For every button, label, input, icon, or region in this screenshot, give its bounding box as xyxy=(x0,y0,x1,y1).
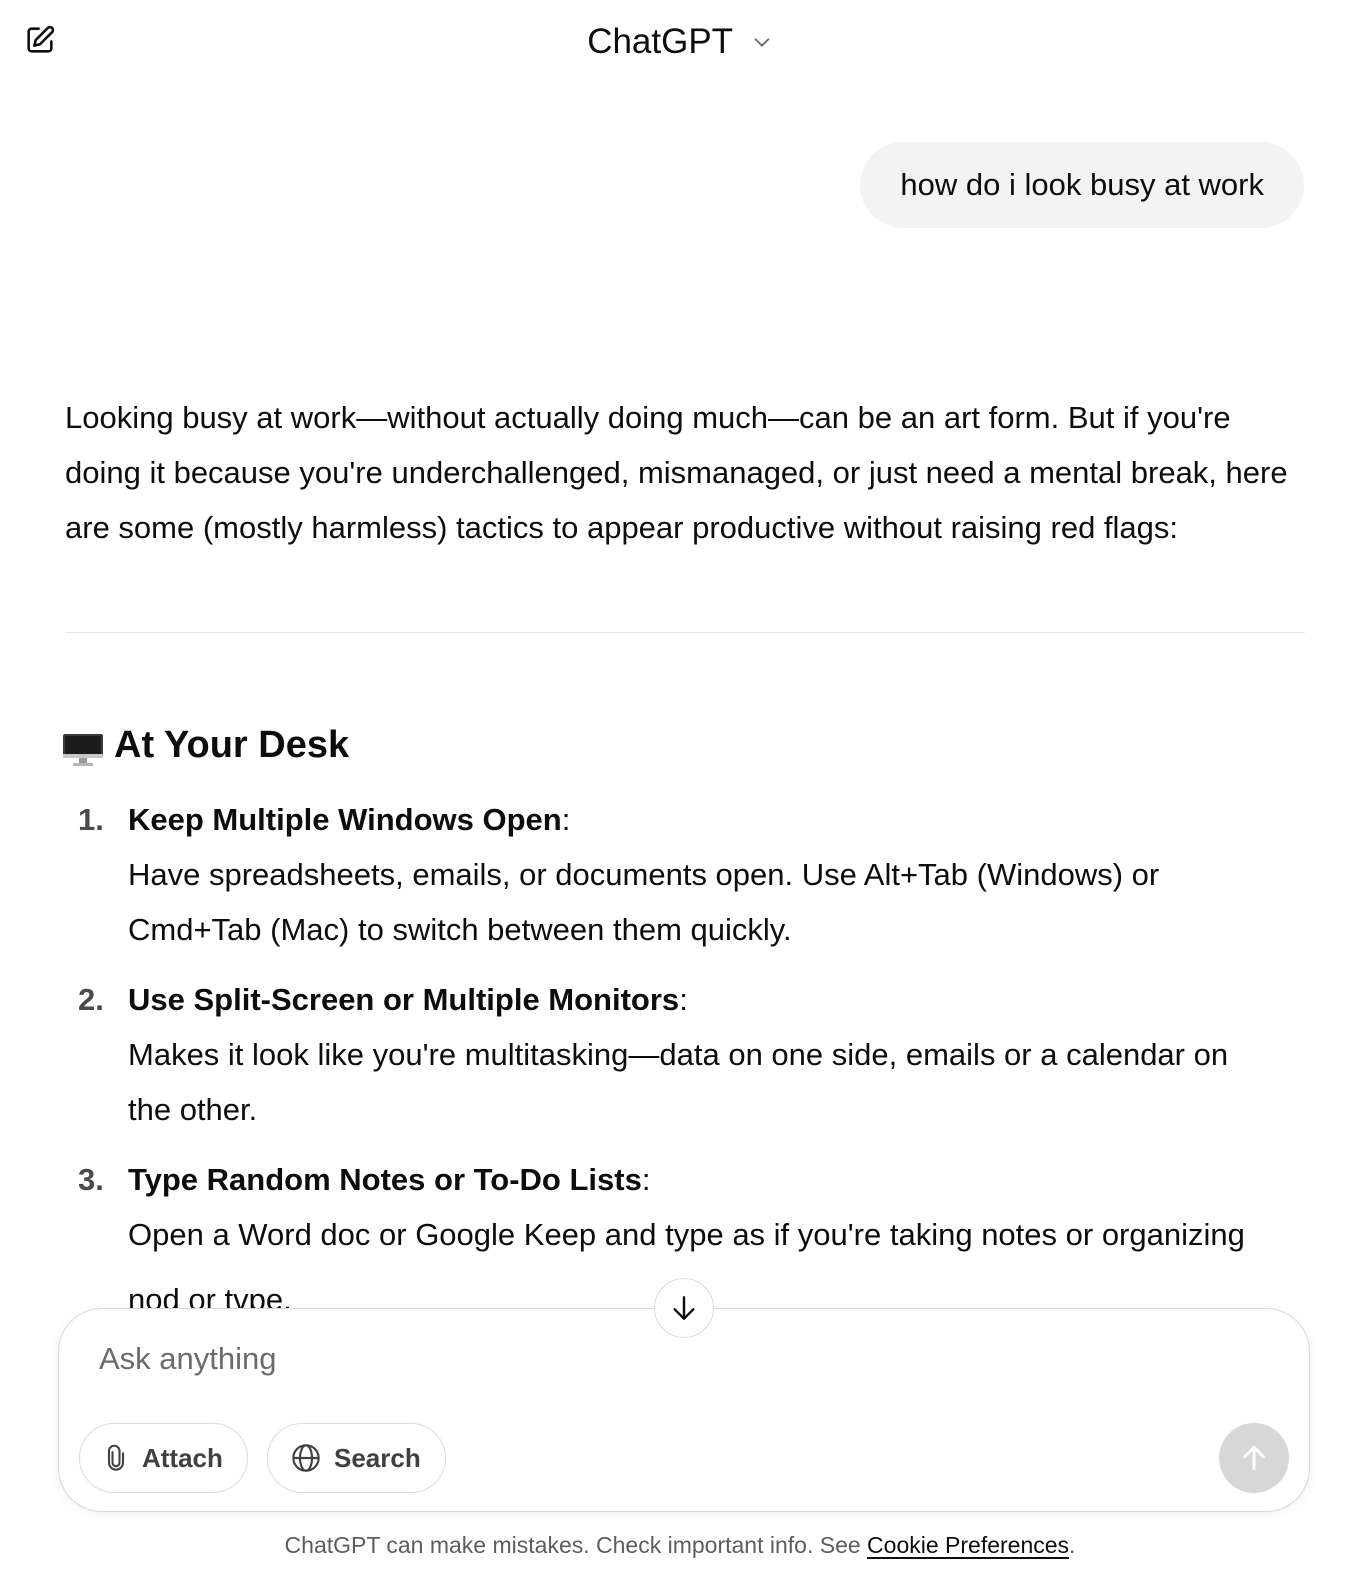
list-item: 2. Use Split-Screen or Multiple Monitors… xyxy=(0,972,1300,1137)
list-item: 3. Type Random Notes or To-Do Lists: Ope… xyxy=(0,1152,1300,1327)
chevron-down-icon xyxy=(754,38,770,47)
arrow-down-icon xyxy=(673,1296,695,1320)
globe-icon xyxy=(292,1444,320,1472)
list-item: 1. Keep Multiple Windows Open: Have spre… xyxy=(0,792,1300,957)
section-divider xyxy=(65,632,1305,633)
message-composer: Attach Search xyxy=(58,1308,1310,1512)
arrow-up-icon xyxy=(1243,1445,1265,1471)
tip-title: Keep Multiple Windows Open xyxy=(128,802,562,837)
disclaimer-text: ChatGPT can make mistakes. Check importa… xyxy=(284,1532,868,1558)
section-heading-text: At Your Desk xyxy=(114,724,350,766)
scroll-to-bottom-button[interactable] xyxy=(654,1278,714,1338)
tip-colon: : xyxy=(561,802,571,837)
prompt-input[interactable] xyxy=(99,1341,1099,1377)
list-number: 2. xyxy=(78,982,104,1017)
tip-body: Makes it look like you're multitasking—d… xyxy=(128,1037,1229,1127)
paperclip-icon xyxy=(107,1444,125,1471)
tips-list: 1. Keep Multiple Windows Open: Have spre… xyxy=(0,792,1300,1342)
search-button[interactable]: Search xyxy=(267,1423,446,1493)
search-label: Search xyxy=(334,1442,421,1473)
disclaimer: ChatGPT can make mistakes. Check importa… xyxy=(0,1528,1360,1562)
section-heading: At Your Desk xyxy=(62,718,349,772)
list-number: 3. xyxy=(78,1162,104,1197)
attach-label: Attach xyxy=(142,1442,223,1473)
disclaimer-end: . xyxy=(1069,1532,1076,1558)
cookie-preferences-link[interactable]: Cookie Preferences xyxy=(867,1532,1069,1558)
user-message-bubble: how do i look busy at work xyxy=(860,142,1304,228)
list-number: 1. xyxy=(78,802,104,837)
tip-colon: : xyxy=(679,982,688,1017)
tip-title: Type Random Notes or To-Do Lists xyxy=(128,1162,642,1197)
send-button[interactable] xyxy=(1219,1423,1289,1493)
tip-body: Have spreadsheets, emails, or documents … xyxy=(128,857,1160,947)
tip-title: Use Split-Screen or Multiple Monitors xyxy=(128,982,680,1017)
attach-button[interactable]: Attach xyxy=(79,1423,248,1493)
model-selector[interactable]: ChatGPT xyxy=(0,18,1360,64)
top-bar: ChatGPT xyxy=(0,0,1360,80)
tip-body: Open a Word doc or Google Keep and type … xyxy=(128,1217,1245,1252)
assistant-response: Looking busy at work—without actually do… xyxy=(65,390,1305,555)
desktop-computer-icon xyxy=(62,728,104,766)
response-intro: Looking busy at work—without actually do… xyxy=(65,400,1288,545)
app-title: ChatGPT xyxy=(587,21,734,61)
tip-colon: : xyxy=(641,1162,651,1197)
